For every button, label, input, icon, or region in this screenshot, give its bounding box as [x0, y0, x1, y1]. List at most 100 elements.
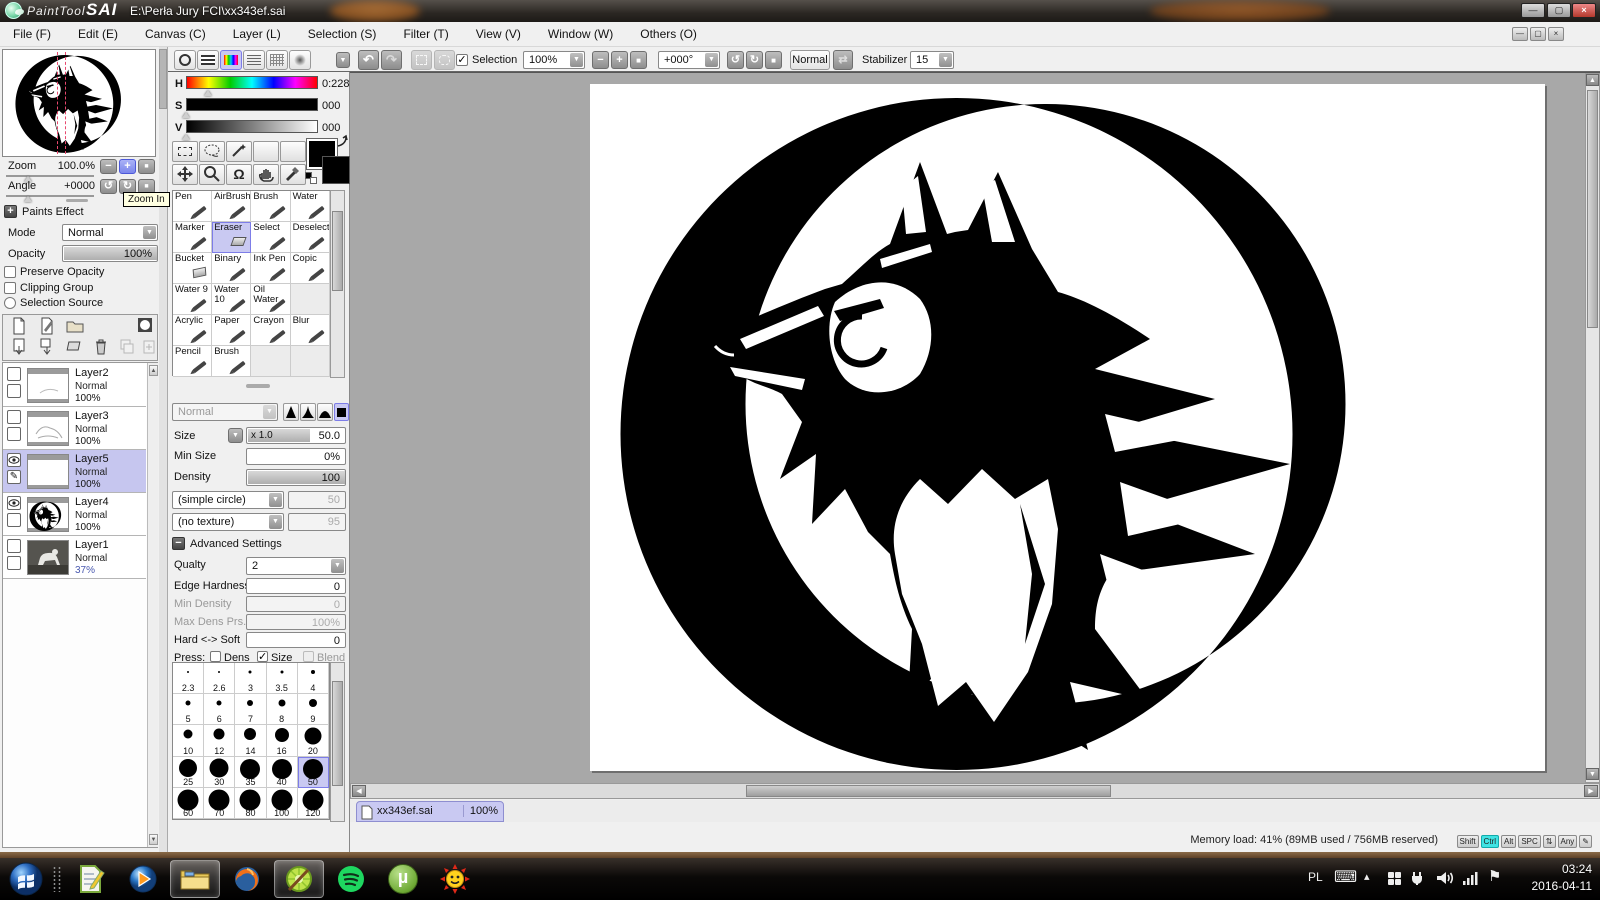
- size-cell[interactable]: 16: [267, 725, 298, 756]
- move-tool[interactable]: [172, 164, 198, 185]
- press-size-checkbox[interactable]: ✓: [257, 651, 268, 662]
- selection-source-radio[interactable]: [4, 297, 16, 309]
- layer-lock-checkbox[interactable]: [7, 556, 21, 570]
- action-center-windows-icon[interactable]: [1388, 872, 1401, 885]
- size-cell[interactable]: 2.6: [204, 663, 235, 694]
- tool-eraser-selected[interactable]: Eraser: [212, 222, 251, 253]
- menu-file[interactable]: File (F): [13, 27, 51, 41]
- new-layer-button[interactable]: [9, 317, 29, 335]
- mdi-close-button[interactable]: ×: [1548, 27, 1564, 41]
- brush-size-field[interactable]: x 1.050.0: [246, 427, 346, 444]
- clear-layer-button[interactable]: [65, 338, 85, 356]
- language-indicator[interactable]: PL: [1308, 870, 1323, 884]
- size-cell[interactable]: 4: [298, 663, 329, 694]
- canvas-document[interactable]: [590, 84, 1545, 771]
- tool-empty-slot[interactable]: [291, 284, 330, 315]
- chevron-down-icon[interactable]: ▼: [939, 53, 952, 67]
- scroll-right-icon[interactable]: ▶: [1584, 785, 1598, 797]
- new-folder-button[interactable]: [65, 318, 85, 336]
- rotate-cw-button[interactable]: ↻: [746, 51, 763, 69]
- chevron-down-icon[interactable]: ▼: [269, 493, 282, 507]
- density-field[interactable]: 100: [246, 469, 346, 486]
- zoom-reset-button[interactable]: ■: [630, 51, 647, 69]
- action-center-flag-icon[interactable]: ⚑: [1488, 867, 1501, 885]
- saturation-marker[interactable]: [182, 112, 190, 118]
- size-cell[interactable]: 12: [204, 725, 235, 756]
- size-cell[interactable]: 80: [235, 788, 266, 819]
- nav-zoom-out-button[interactable]: −: [100, 159, 117, 174]
- secondary-color-swatch[interactable]: [322, 156, 350, 184]
- network-signal-icon[interactable]: [1462, 870, 1480, 886]
- size-cell[interactable]: 8: [267, 694, 298, 725]
- paint-mode-button[interactable]: Normal: [790, 50, 830, 70]
- clipping-group-checkbox[interactable]: [4, 282, 16, 294]
- layer-row-layer3[interactable]: Layer3 Normal 100%: [3, 407, 146, 450]
- size-cell-50-selected[interactable]: 50: [298, 757, 329, 788]
- delete-layer-button[interactable]: [91, 338, 111, 356]
- taskbar-utorrent[interactable]: µ: [378, 860, 428, 898]
- size-cell[interactable]: 120: [298, 788, 329, 819]
- tool-marker[interactable]: Marker: [173, 222, 212, 253]
- transfer-down-button[interactable]: [9, 338, 29, 356]
- size-unit-dropdown[interactable]: ▼: [228, 428, 243, 443]
- view-list-button[interactable]: [243, 50, 265, 70]
- tool-brush[interactable]: Brush: [251, 191, 290, 222]
- tool-binary[interactable]: Binary: [212, 253, 251, 284]
- brush-blend-combo[interactable]: Normal▼: [172, 403, 278, 421]
- scrollbar-thumb[interactable]: [332, 211, 343, 291]
- angle-combo[interactable]: +000°▼: [658, 51, 720, 69]
- mdi-restore-button[interactable]: ▢: [1530, 27, 1546, 41]
- angle-slider-marker[interactable]: [24, 196, 32, 202]
- zoom-combo[interactable]: 100%▼: [523, 51, 585, 69]
- brush-edge-flat-button[interactable]: [334, 403, 349, 421]
- scrollbar-thumb[interactable]: [1587, 90, 1598, 328]
- menu-filter[interactable]: Filter (T): [403, 27, 448, 41]
- size-cell[interactable]: 40: [267, 757, 298, 788]
- taskbar-firefox[interactable]: [222, 860, 272, 898]
- layer-row-layer2[interactable]: Layer2 Normal 100%: [3, 364, 146, 407]
- volume-icon[interactable]: [1436, 870, 1454, 886]
- taskbar-mediaplayer[interactable]: [118, 860, 168, 898]
- tool-grid-scrollbar[interactable]: [330, 190, 345, 378]
- size-cell[interactable]: 10: [173, 725, 204, 756]
- new-vector-layer-button[interactable]: [37, 317, 57, 335]
- taskbar-grip[interactable]: [52, 866, 62, 892]
- tool-inkpen[interactable]: Ink Pen: [251, 253, 290, 284]
- tool-bucket[interactable]: Bucket: [173, 253, 212, 284]
- lasso-tool[interactable]: [199, 141, 225, 162]
- layer-lock-checkbox[interactable]: [7, 427, 21, 441]
- taskbar-notepadpp[interactable]: [66, 860, 116, 898]
- taskbar-painttool-sai-active[interactable]: [274, 860, 324, 898]
- quality-combo[interactable]: 2▼: [246, 557, 346, 575]
- chevron-down-icon[interactable]: ▼: [331, 559, 344, 573]
- rotate-reset-button[interactable]: ■: [765, 51, 782, 69]
- tool-pencil[interactable]: Pencil: [173, 346, 212, 377]
- swap-icon-button[interactable]: ⇄: [833, 50, 853, 70]
- redo-button[interactable]: ↷: [381, 50, 402, 70]
- scrollbar-thumb[interactable]: [159, 49, 167, 109]
- hue-slider[interactable]: [186, 76, 318, 89]
- layer-lock-checkbox[interactable]: [7, 513, 21, 527]
- size-cell[interactable]: 25: [173, 757, 204, 788]
- brush-shape-combo[interactable]: (simple circle)▼: [172, 491, 284, 509]
- layer-lock-checkbox[interactable]: [7, 384, 21, 398]
- view-circle-button[interactable]: [174, 50, 196, 70]
- mdi-minimize-button[interactable]: —: [1512, 27, 1528, 41]
- scroll-up-icon[interactable]: ▲: [1586, 74, 1599, 86]
- nav-rotate-ccw-button[interactable]: ↺: [100, 179, 117, 194]
- layer-visibility-checkbox[interactable]: [7, 367, 21, 381]
- size-cell[interactable]: 9: [298, 694, 329, 725]
- size-cell[interactable]: 6: [204, 694, 235, 725]
- nav-angle-slider[interactable]: [6, 195, 94, 197]
- tool-oilwater[interactable]: Oil Water: [251, 284, 290, 315]
- size-cell[interactable]: 3: [235, 663, 266, 694]
- taskbar-sun-app[interactable]: [430, 860, 480, 898]
- size-cell[interactable]: 35: [235, 757, 266, 788]
- preserve-opacity-checkbox[interactable]: [4, 266, 16, 278]
- value-slider[interactable]: [186, 120, 318, 133]
- menu-layer[interactable]: Layer (L): [233, 27, 281, 41]
- advanced-collapse-icon[interactable]: −: [172, 537, 185, 550]
- menu-canvas[interactable]: Canvas (C): [145, 27, 206, 41]
- tool-empty-slot[interactable]: [251, 346, 290, 377]
- layer-visibility-checkbox[interactable]: [7, 410, 21, 424]
